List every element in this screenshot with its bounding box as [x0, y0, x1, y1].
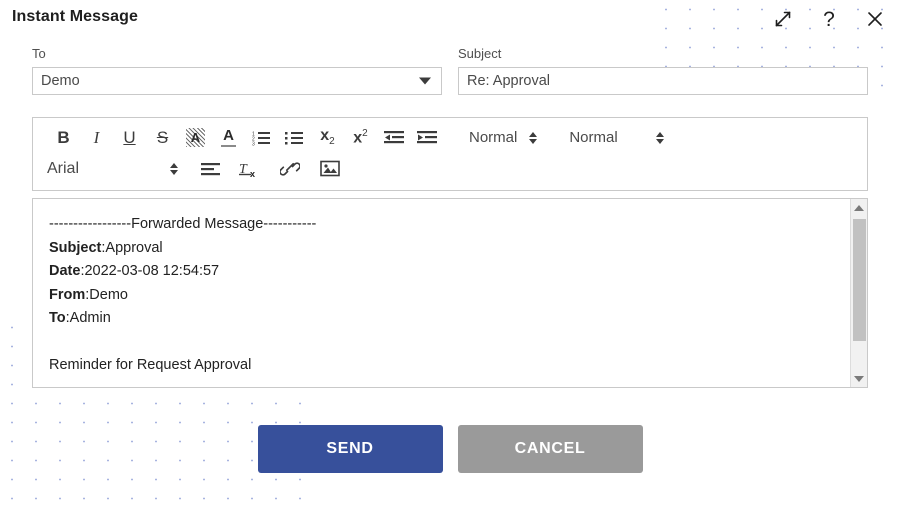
send-button[interactable]: SEND — [257, 425, 443, 473]
toolbar-row-2: Arial T x — [47, 153, 853, 184]
cancel-button[interactable]: CANCEL — [457, 425, 643, 473]
help-icon-glyph: ? — [823, 7, 835, 31]
strikethrough-icon-glyph: S — [156, 128, 169, 147]
editor-toolbar: B I U S A A 1 2 3 x2 x2 Normal Normal Ar… — [32, 117, 868, 191]
font-color-icon[interactable]: A — [212, 124, 245, 152]
align-left-glyph — [200, 162, 220, 175]
close-icon[interactable] — [862, 6, 888, 32]
bold-icon[interactable]: B — [47, 124, 80, 152]
svg-text:x: x — [250, 169, 255, 178]
ordered-list-icon[interactable]: 1 2 3 — [245, 124, 278, 152]
forwarded-date-value: :2022-03-08 12:54:57 — [80, 263, 220, 279]
outdent-glyph — [383, 130, 404, 143]
ordered-list-glyph: 1 2 3 — [252, 131, 270, 146]
subject-field-label: Subject — [458, 46, 502, 61]
message-body-editor[interactable]: -----------------Forwarded Message------… — [32, 198, 868, 388]
indent-glyph — [416, 130, 437, 143]
subject-input-value: Re: Approval — [467, 73, 551, 89]
subscript-icon-glyph: x2 — [320, 127, 335, 148]
highlight-color-icon[interactable]: A — [179, 124, 212, 152]
underline-icon[interactable]: U — [113, 124, 146, 152]
to-select[interactable]: Demo — [32, 67, 442, 95]
to-field-label: To — [32, 46, 46, 61]
message-body-scrollbar[interactable] — [850, 199, 867, 387]
format-dropdown-label: Normal — [469, 129, 518, 146]
font-color-icon-glyph: A — [221, 128, 236, 148]
link-icon[interactable] — [270, 155, 310, 183]
highlight-color-icon-glyph: A — [186, 128, 205, 147]
subject-field-group: Subject Re: Approval — [458, 46, 868, 95]
message-body-content: -----------------Forwarded Message------… — [49, 213, 833, 377]
toolbar-row-1: B I U S A A 1 2 3 x2 x2 Normal Normal — [47, 122, 853, 153]
format-dropdown-spinner-icon[interactable] — [529, 124, 538, 152]
strikethrough-icon[interactable]: S — [146, 124, 179, 152]
to-field-group: To Demo — [32, 46, 442, 95]
to-select-value: Demo — [41, 73, 80, 89]
svg-text:3: 3 — [252, 141, 255, 146]
forwarded-date-label: Date — [49, 263, 81, 279]
subscript-icon[interactable]: x2 — [311, 124, 344, 152]
link-glyph — [280, 161, 300, 176]
indent-icon[interactable] — [410, 124, 443, 152]
spinner-icon — [169, 162, 178, 175]
forwarded-subject-value: :Approval — [101, 239, 163, 256]
message-text-line: Reminder for Request Approval — [49, 356, 252, 373]
scrollbar-thumb[interactable] — [853, 219, 866, 341]
font-dropdown-label: Arial — [47, 159, 80, 177]
scroll-down-arrow-icon[interactable] — [851, 370, 867, 387]
forwarded-divider-line: -----------------Forwarded Message------… — [49, 216, 317, 232]
spinner-icon — [655, 131, 664, 144]
bold-icon-glyph: B — [57, 128, 70, 147]
unordered-list-glyph — [285, 131, 303, 144]
image-icon[interactable] — [310, 155, 350, 183]
dialog-footer: SEND CANCEL — [0, 425, 900, 473]
clear-format-glyph: T x — [239, 162, 255, 178]
forwarded-to-label: To — [49, 310, 66, 326]
clear-format-icon[interactable]: T x — [230, 155, 270, 183]
forwarded-date-line: Date:2022-03-08 12:54:57 — [49, 260, 833, 284]
forwarded-from-value: :Demo — [85, 286, 128, 303]
format-dropdown[interactable]: Normal — [469, 124, 517, 152]
font-dropdown-spinner-icon[interactable] — [157, 155, 190, 183]
italic-icon-glyph: I — [93, 128, 100, 147]
align-left-icon[interactable] — [190, 155, 230, 183]
font-dropdown[interactable]: Arial — [47, 155, 157, 183]
header-actions: ? — [770, 6, 888, 32]
expand-icon[interactable] — [770, 6, 796, 32]
scroll-up-arrow-icon[interactable] — [851, 199, 867, 216]
unordered-list-icon[interactable] — [278, 124, 311, 152]
size-dropdown-spinner-icon[interactable] — [655, 124, 664, 152]
superscript-icon[interactable]: x2 — [344, 124, 377, 152]
forwarded-subject-line: Subject:Approval — [49, 237, 833, 261]
subject-input[interactable]: Re: Approval — [458, 67, 868, 95]
forwarded-from-label: From — [49, 286, 86, 303]
spinner-icon — [529, 131, 538, 144]
superscript-icon-glyph: x2 — [353, 127, 368, 147]
forwarded-to-line: To:Admin — [49, 307, 833, 331]
font-color-letter: A — [223, 126, 234, 144]
font-color-bar — [221, 144, 236, 148]
outdent-icon[interactable] — [377, 124, 410, 152]
forwarded-subject-label: Subject — [49, 239, 102, 256]
underline-icon-glyph: U — [123, 128, 136, 147]
rich-text-editor: B I U S A A 1 2 3 x2 x2 Normal Normal Ar… — [32, 117, 868, 388]
dialog-title: Instant Message — [12, 8, 138, 25]
forwarded-from-line: From:Demo — [49, 284, 833, 308]
size-dropdown-label: Normal — [569, 129, 618, 146]
help-icon[interactable]: ? — [816, 6, 842, 32]
size-dropdown[interactable]: Normal — [569, 124, 617, 152]
chevron-down-icon — [419, 77, 431, 85]
forwarded-to-value: :Admin — [65, 310, 111, 326]
image-glyph — [320, 160, 340, 177]
instant-message-dialog: Instant Message ? To Demo Subject Re: Ap… — [0, 0, 900, 509]
italic-icon[interactable]: I — [80, 124, 113, 152]
